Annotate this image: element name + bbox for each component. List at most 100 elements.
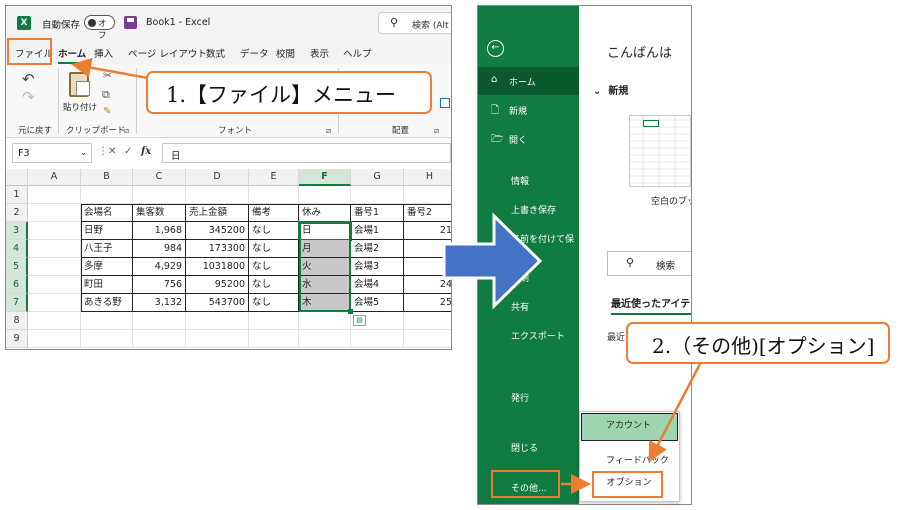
table-cell[interactable]: 会場4: [351, 276, 404, 294]
table-header-cell[interactable]: 会場名: [81, 204, 133, 222]
cell[interactable]: [28, 312, 81, 330]
row-header-5[interactable]: 5: [6, 258, 28, 276]
nav-publish[interactable]: 発行: [478, 383, 579, 411]
column-header-d[interactable]: D: [186, 169, 249, 186]
cell[interactable]: [299, 312, 351, 330]
formula-input[interactable]: 日: [162, 143, 451, 163]
table-cell[interactable]: 町田: [81, 276, 133, 294]
tab-page-layout[interactable]: ページ レイアウト: [128, 46, 207, 60]
column-header-e[interactable]: E: [249, 169, 299, 186]
cell[interactable]: [186, 312, 249, 330]
cell[interactable]: [133, 312, 186, 330]
menu-item-feedback[interactable]: フィードバック: [606, 453, 669, 466]
cancel-icon[interactable]: ✕: [108, 146, 116, 157]
copy-icon[interactable]: ⧉: [102, 88, 110, 102]
cell[interactable]: [133, 186, 186, 204]
table-cell[interactable]: 756: [133, 276, 186, 294]
row-header-1[interactable]: 1: [6, 186, 28, 204]
cell[interactable]: [133, 330, 186, 348]
table-cell[interactable]: 21: [404, 222, 451, 240]
row-header-4[interactable]: 4: [6, 240, 28, 258]
menu-item-account[interactable]: アカウント: [581, 413, 678, 441]
table-cell[interactable]: 会場2: [351, 240, 404, 258]
cell[interactable]: [28, 294, 81, 312]
cell[interactable]: [81, 330, 133, 348]
table-cell[interactable]: なし: [249, 276, 299, 294]
insert-function-icon[interactable]: fx: [141, 146, 151, 157]
row-header-7[interactable]: 7: [6, 294, 28, 312]
undo-icon[interactable]: ↶: [22, 70, 35, 88]
table-cell[interactable]: 会場3: [351, 258, 404, 276]
column-header-a[interactable]: A: [28, 169, 81, 186]
table-cell[interactable]: 173300: [186, 240, 249, 258]
cell[interactable]: [351, 330, 404, 348]
table-cell[interactable]: 3,132: [133, 294, 186, 312]
table-cell[interactable]: 543700: [186, 294, 249, 312]
table-header-cell[interactable]: 集客数: [133, 204, 186, 222]
table-cell[interactable]: 会場1: [351, 222, 404, 240]
table-cell[interactable]: [404, 258, 451, 276]
search-box[interactable]: ⚲ 検索 (Alt: [378, 12, 451, 34]
table-cell[interactable]: なし: [249, 258, 299, 276]
cell[interactable]: [81, 186, 133, 204]
row-header-2[interactable]: 2: [6, 204, 28, 222]
tab-review[interactable]: 校閲: [276, 46, 295, 60]
table-cell[interactable]: 多摩: [81, 258, 133, 276]
cell[interactable]: [404, 312, 451, 330]
nav-save[interactable]: 上書き保存: [478, 195, 579, 223]
name-box[interactable]: F3 ⌄: [12, 143, 92, 163]
paste-label[interactable]: 貼り付け: [63, 101, 97, 113]
table-cell[interactable]: 八王子: [81, 240, 133, 258]
column-header-f[interactable]: F: [299, 169, 351, 186]
table-cell[interactable]: 会場5: [351, 294, 404, 312]
paste-icon[interactable]: [69, 72, 90, 97]
wrap-text-icon[interactable]: [440, 98, 450, 108]
column-header-c[interactable]: C: [133, 169, 186, 186]
table-cell[interactable]: 984: [133, 240, 186, 258]
cell[interactable]: [299, 186, 351, 204]
tab-formulas[interactable]: 数式: [206, 46, 225, 60]
table-cell[interactable]: 95200: [186, 276, 249, 294]
redo-icon[interactable]: ↷: [22, 88, 35, 106]
nav-home[interactable]: ⌂ ホーム: [478, 67, 579, 95]
select-all-corner[interactable]: [6, 169, 28, 186]
new-section-header[interactable]: ⌄ 新規: [593, 82, 628, 97]
quick-analysis-icon[interactable]: ▤: [353, 315, 366, 326]
cell[interactable]: [28, 222, 81, 240]
table-header-cell[interactable]: 番号1: [351, 204, 404, 222]
clipboard-launcher-icon[interactable]: ⧄: [124, 126, 129, 136]
cell[interactable]: [28, 240, 81, 258]
table-cell[interactable]: 25: [404, 294, 451, 312]
column-header-g[interactable]: G: [351, 169, 404, 186]
nav-new[interactable]: 🗋 新規: [478, 96, 579, 124]
table-cell[interactable]: なし: [249, 240, 299, 258]
table-cell[interactable]: あきる野: [81, 294, 133, 312]
cell[interactable]: [28, 186, 81, 204]
tab-data[interactable]: データ: [240, 46, 269, 60]
nav-save-as[interactable]: 名前を付けて保: [478, 224, 579, 252]
tab-home[interactable]: ホーム: [58, 46, 87, 64]
fill-handle[interactable]: [348, 309, 353, 314]
cut-icon[interactable]: ✂: [103, 69, 112, 82]
enter-icon[interactable]: ✓: [124, 146, 132, 157]
cell[interactable]: [28, 204, 81, 222]
cell[interactable]: [249, 330, 299, 348]
cell[interactable]: [299, 330, 351, 348]
row-header-8[interactable]: 8: [6, 312, 28, 330]
cell[interactable]: [249, 312, 299, 330]
table-cell[interactable]: 1,968: [133, 222, 186, 240]
save-icon[interactable]: [124, 16, 137, 29]
backstage-search-box[interactable]: ⚲ 検索: [607, 251, 691, 276]
nav-export[interactable]: エクスポート: [478, 321, 579, 349]
blank-workbook-thumbnail[interactable]: [629, 115, 691, 188]
nav-share[interactable]: 共有: [478, 292, 579, 320]
cell[interactable]: [404, 186, 451, 204]
row-header-6[interactable]: 6: [6, 276, 28, 294]
nav-open[interactable]: 🗁 開く: [478, 125, 579, 153]
tab-recent[interactable]: 最近使ったアイテ: [611, 295, 690, 310]
column-header-b[interactable]: B: [81, 169, 133, 186]
table-cell[interactable]: 1031800: [186, 258, 249, 276]
table-header-cell[interactable]: 売上金額: [186, 204, 249, 222]
table-cell[interactable]: 24: [404, 276, 451, 294]
column-header-h[interactable]: H: [404, 169, 451, 186]
